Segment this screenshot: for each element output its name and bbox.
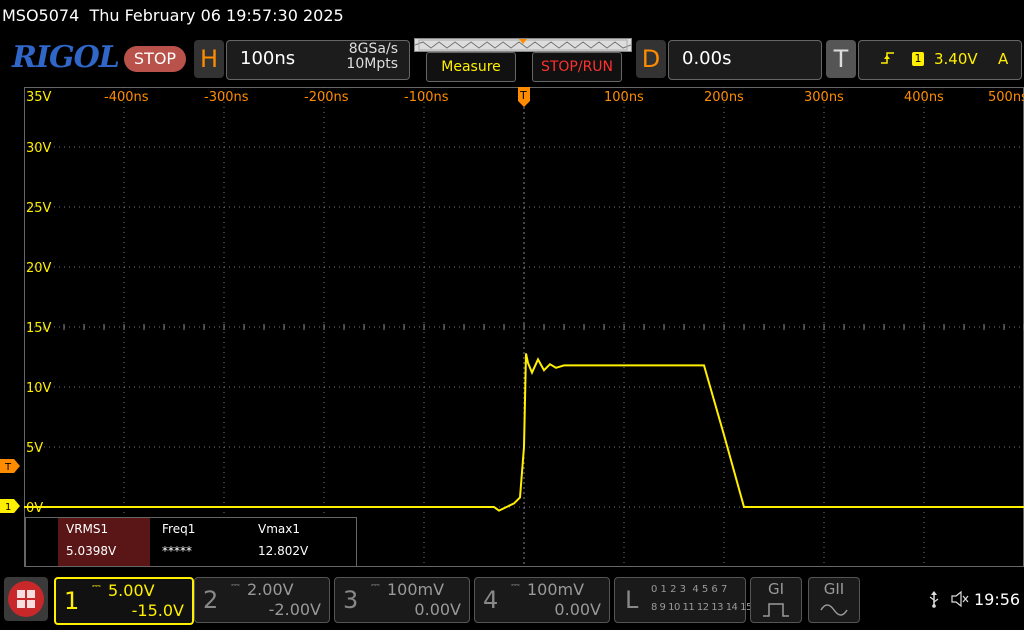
- time-axis-label: -400ns: [104, 90, 149, 105]
- voltage-axis-label: 10V: [26, 381, 52, 396]
- ch1-marker-label: 1: [5, 502, 11, 513]
- channel-4-scale: 100mV: [527, 580, 585, 599]
- title-text: MSO5074 Thu February 06 19:57:30 2025: [2, 6, 344, 25]
- trigger-position-marker-label: T: [519, 89, 527, 102]
- measurement-value-vmax: 12.802V: [258, 544, 309, 558]
- measurement-name-freq: Freq1: [162, 522, 196, 536]
- generator-1-label: GI: [767, 580, 785, 598]
- speaker-muted-icon[interactable]: [950, 590, 970, 608]
- stop-run-button[interactable]: STOP/RUN: [532, 52, 622, 82]
- time-axis-label: 400ns: [904, 90, 944, 105]
- generator-2-button[interactable]: GII: [808, 577, 860, 623]
- graticule: [24, 87, 1024, 567]
- time-axis-label: 500ns: [988, 90, 1024, 105]
- voltage-axis-label: 20V: [26, 261, 52, 276]
- channel-4-offset: 0.00V: [554, 600, 601, 619]
- measurement-name-vrms: VRMS1: [66, 522, 109, 536]
- measurement-value-freq: *****: [162, 544, 192, 558]
- voltage-axis-label: 25V: [26, 201, 52, 216]
- channel-3-scale: 100mV: [387, 580, 445, 599]
- title-bar: MSO5074 Thu February 06 19:57:30 2025: [0, 0, 1024, 34]
- time-axis-label: -200ns: [304, 90, 349, 105]
- dc-coupling-icon: ⎓: [511, 578, 520, 591]
- memory-waveform-icon: [415, 39, 631, 51]
- waveform-display[interactable]: -400ns -300ns -200ns -100ns 100ns 200ns 300ns 4…: [24, 87, 1024, 567]
- voltage-axis-label: 15V: [26, 321, 52, 336]
- measurement-name-vmax: Vmax1: [258, 522, 300, 536]
- time-axis-label: 100ns: [604, 90, 644, 105]
- voltage-axis-label: 0V: [26, 501, 43, 516]
- channel-1-offset: -15.0V: [131, 601, 184, 620]
- channel-1-scale: 5.00V: [108, 581, 155, 600]
- delay-button[interactable]: D: [636, 40, 666, 78]
- time-axis-labels: -400ns -300ns -200ns -100ns 100ns 200ns 300ns 4…: [104, 90, 1024, 105]
- delay-value: 0.00s: [682, 48, 732, 69]
- logic-letter: L: [625, 586, 639, 614]
- rigol-logo: RIGOL: [12, 40, 120, 75]
- channel-3-offset: 0.00V: [414, 600, 461, 619]
- sample-rate-info: 8GSa/s 10Mpts: [332, 42, 398, 72]
- time-axis-label: 200ns: [704, 90, 744, 105]
- voltage-axis-labels: 35V 30V 25V 20V 15V 10V 5V 0V: [26, 90, 52, 516]
- trigger-source-badge: 1: [912, 52, 924, 66]
- run-state-badge[interactable]: STOP: [124, 46, 186, 72]
- logic-analyzer-button[interactable]: L 0 1 2 3 4 5 6 7 8 9 10 11 12 13 14 15: [614, 577, 752, 623]
- memory-position-bar[interactable]: [414, 38, 632, 52]
- horizontal-button[interactable]: H: [194, 40, 224, 78]
- channel-4-button[interactable]: 4 ⎓ 100mV 0.00V: [474, 577, 610, 623]
- measure-button[interactable]: Measure: [426, 52, 516, 82]
- channel-4-number: 4: [483, 586, 499, 614]
- square-wave-icon: [763, 603, 789, 617]
- trigger-mode: A: [998, 50, 1009, 68]
- time-axis-label: -100ns: [404, 90, 449, 105]
- sample-rate: 8GSa/s: [348, 41, 398, 57]
- channel-2-offset: -2.00V: [268, 600, 321, 619]
- trigger-level-marker[interactable]: T: [0, 459, 20, 473]
- time-axis-label: -300ns: [204, 90, 249, 105]
- time-axis-label: 300ns: [804, 90, 844, 105]
- channel-2-button[interactable]: 2 ⎓ 2.00V -2.00V: [194, 577, 330, 623]
- logic-channels-row-1: 0 1 2 3 4 5 6 7: [651, 584, 728, 595]
- channel-3-button[interactable]: 3 ⎓ 100mV 0.00V: [334, 577, 470, 623]
- generator-1-button[interactable]: GI: [750, 577, 802, 623]
- dc-coupling-icon: ⎓: [371, 578, 380, 591]
- voltage-axis-label: 35V: [26, 90, 52, 105]
- trigger-position-marker[interactable]: T: [518, 87, 530, 107]
- voltage-axis-label: 5V: [26, 441, 43, 456]
- dc-coupling-icon: ⎓: [231, 578, 240, 591]
- measurement-panel[interactable]: VRMS1 5.0398V Freq1 ***** Vmax1 12.802V: [25, 517, 357, 567]
- trigger-level: 3.40V: [934, 50, 978, 68]
- channel-1-number: 1: [64, 587, 80, 615]
- channel-3-number: 3: [343, 586, 359, 614]
- usb-icon: [929, 591, 939, 608]
- generator-2-label: GII: [823, 580, 845, 598]
- trigger-level-marker-label: T: [4, 462, 12, 473]
- memory-depth: 10Mpts: [346, 56, 398, 72]
- dc-coupling-icon: ⎓: [92, 579, 101, 592]
- timebase-value: 100ns: [240, 48, 296, 69]
- measurement-value-vrms: 5.0398V: [66, 544, 117, 558]
- main-menu-button[interactable]: [4, 577, 48, 621]
- rising-edge-icon: [880, 50, 896, 70]
- channel-2-scale: 2.00V: [247, 580, 294, 599]
- ch1-ground-marker[interactable]: 1: [0, 499, 20, 513]
- clock: 19:56: [974, 590, 1021, 609]
- trigger-button[interactable]: T: [826, 40, 856, 78]
- voltage-axis-label: 30V: [26, 141, 52, 156]
- channel-2-number: 2: [203, 586, 219, 614]
- logic-channels-row-2: 8 9 10 11 12 13 14 15: [651, 602, 752, 613]
- channel-1-button[interactable]: 1 ⎓ 5.00V -15.0V: [54, 577, 194, 625]
- sine-wave-icon: [820, 604, 848, 616]
- menu-grid-icon: [8, 581, 44, 617]
